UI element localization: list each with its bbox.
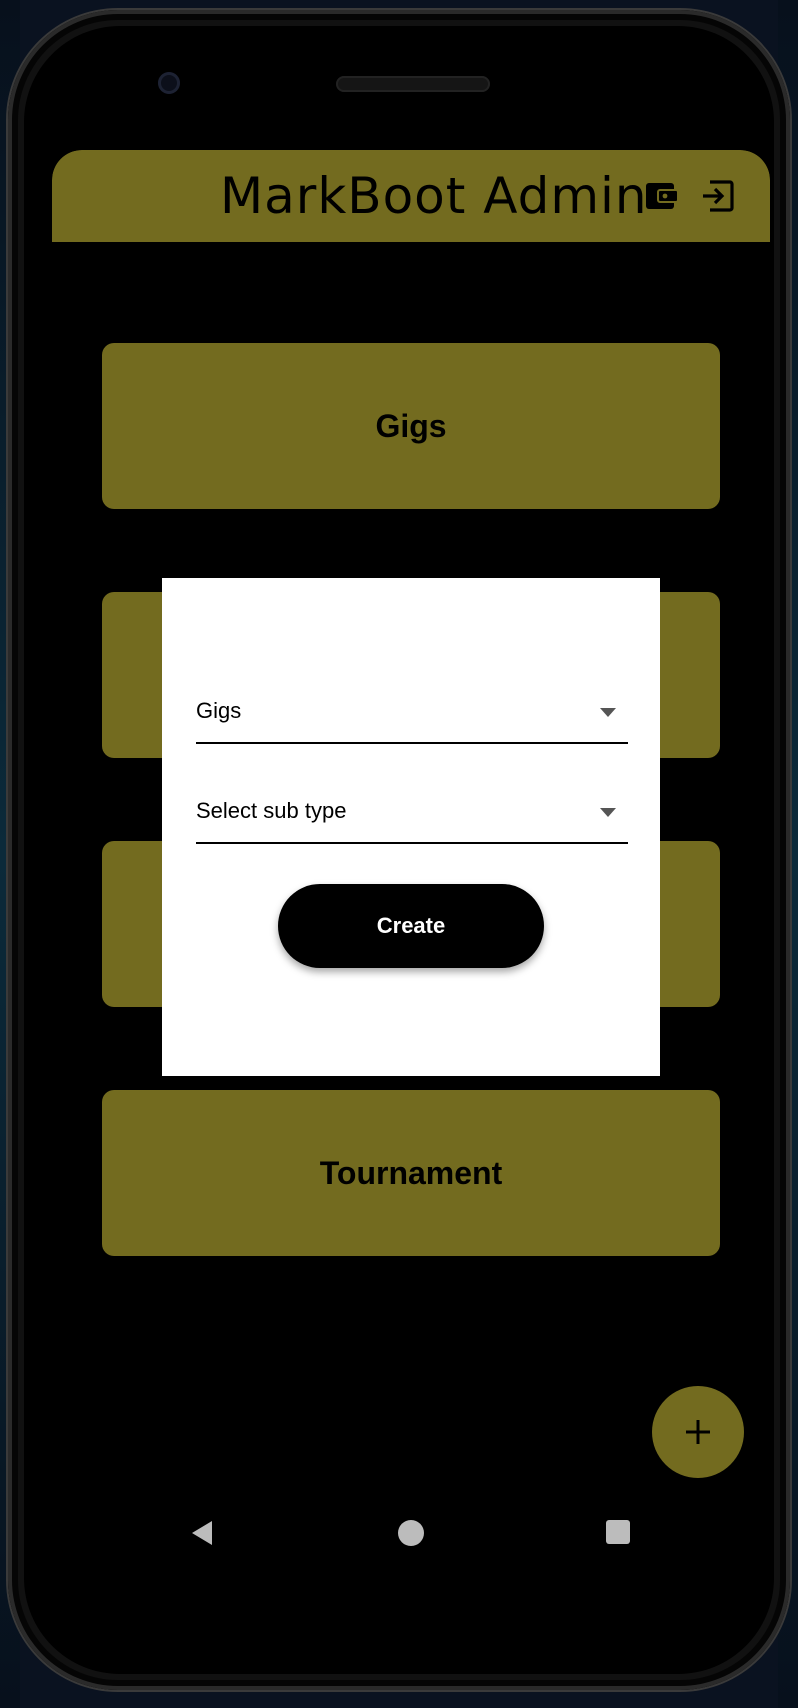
type-dropdown[interactable]: Gigs [196,686,628,744]
subtype-dropdown[interactable]: Select sub type [196,786,628,844]
create-button[interactable]: Create [278,884,544,968]
type-dropdown-value: Gigs [196,698,242,723]
app-title: MarkBoot Admin [220,167,648,225]
back-icon[interactable] [188,1518,216,1548]
home-icon[interactable] [398,1520,424,1546]
create-dialog: Gigs Select sub type Create [162,578,660,1076]
dropdown-arrow-icon [600,708,616,717]
app-screen: MarkBoot Admin Gigs Tournament Gigs Sele… [52,150,770,1584]
phone-frame: MarkBoot Admin Gigs Tournament Gigs Sele… [8,10,790,1690]
gigs-card[interactable]: Gigs [102,343,720,509]
app-bar: MarkBoot Admin [52,150,770,242]
tournament-card[interactable]: Tournament [102,1090,720,1256]
recents-icon[interactable] [606,1520,630,1544]
system-nav-bar [52,1480,770,1584]
subtype-dropdown-value: Select sub type [196,798,347,823]
plus-icon [686,1420,710,1444]
logout-icon[interactable] [700,178,736,214]
speaker-grille [336,76,490,92]
camera-icon [158,72,180,94]
wallet-icon[interactable] [644,178,680,214]
card-label: Gigs [375,407,447,444]
card-label: Tournament [319,1154,503,1191]
dropdown-arrow-icon [600,808,616,817]
add-fab[interactable] [652,1386,744,1478]
